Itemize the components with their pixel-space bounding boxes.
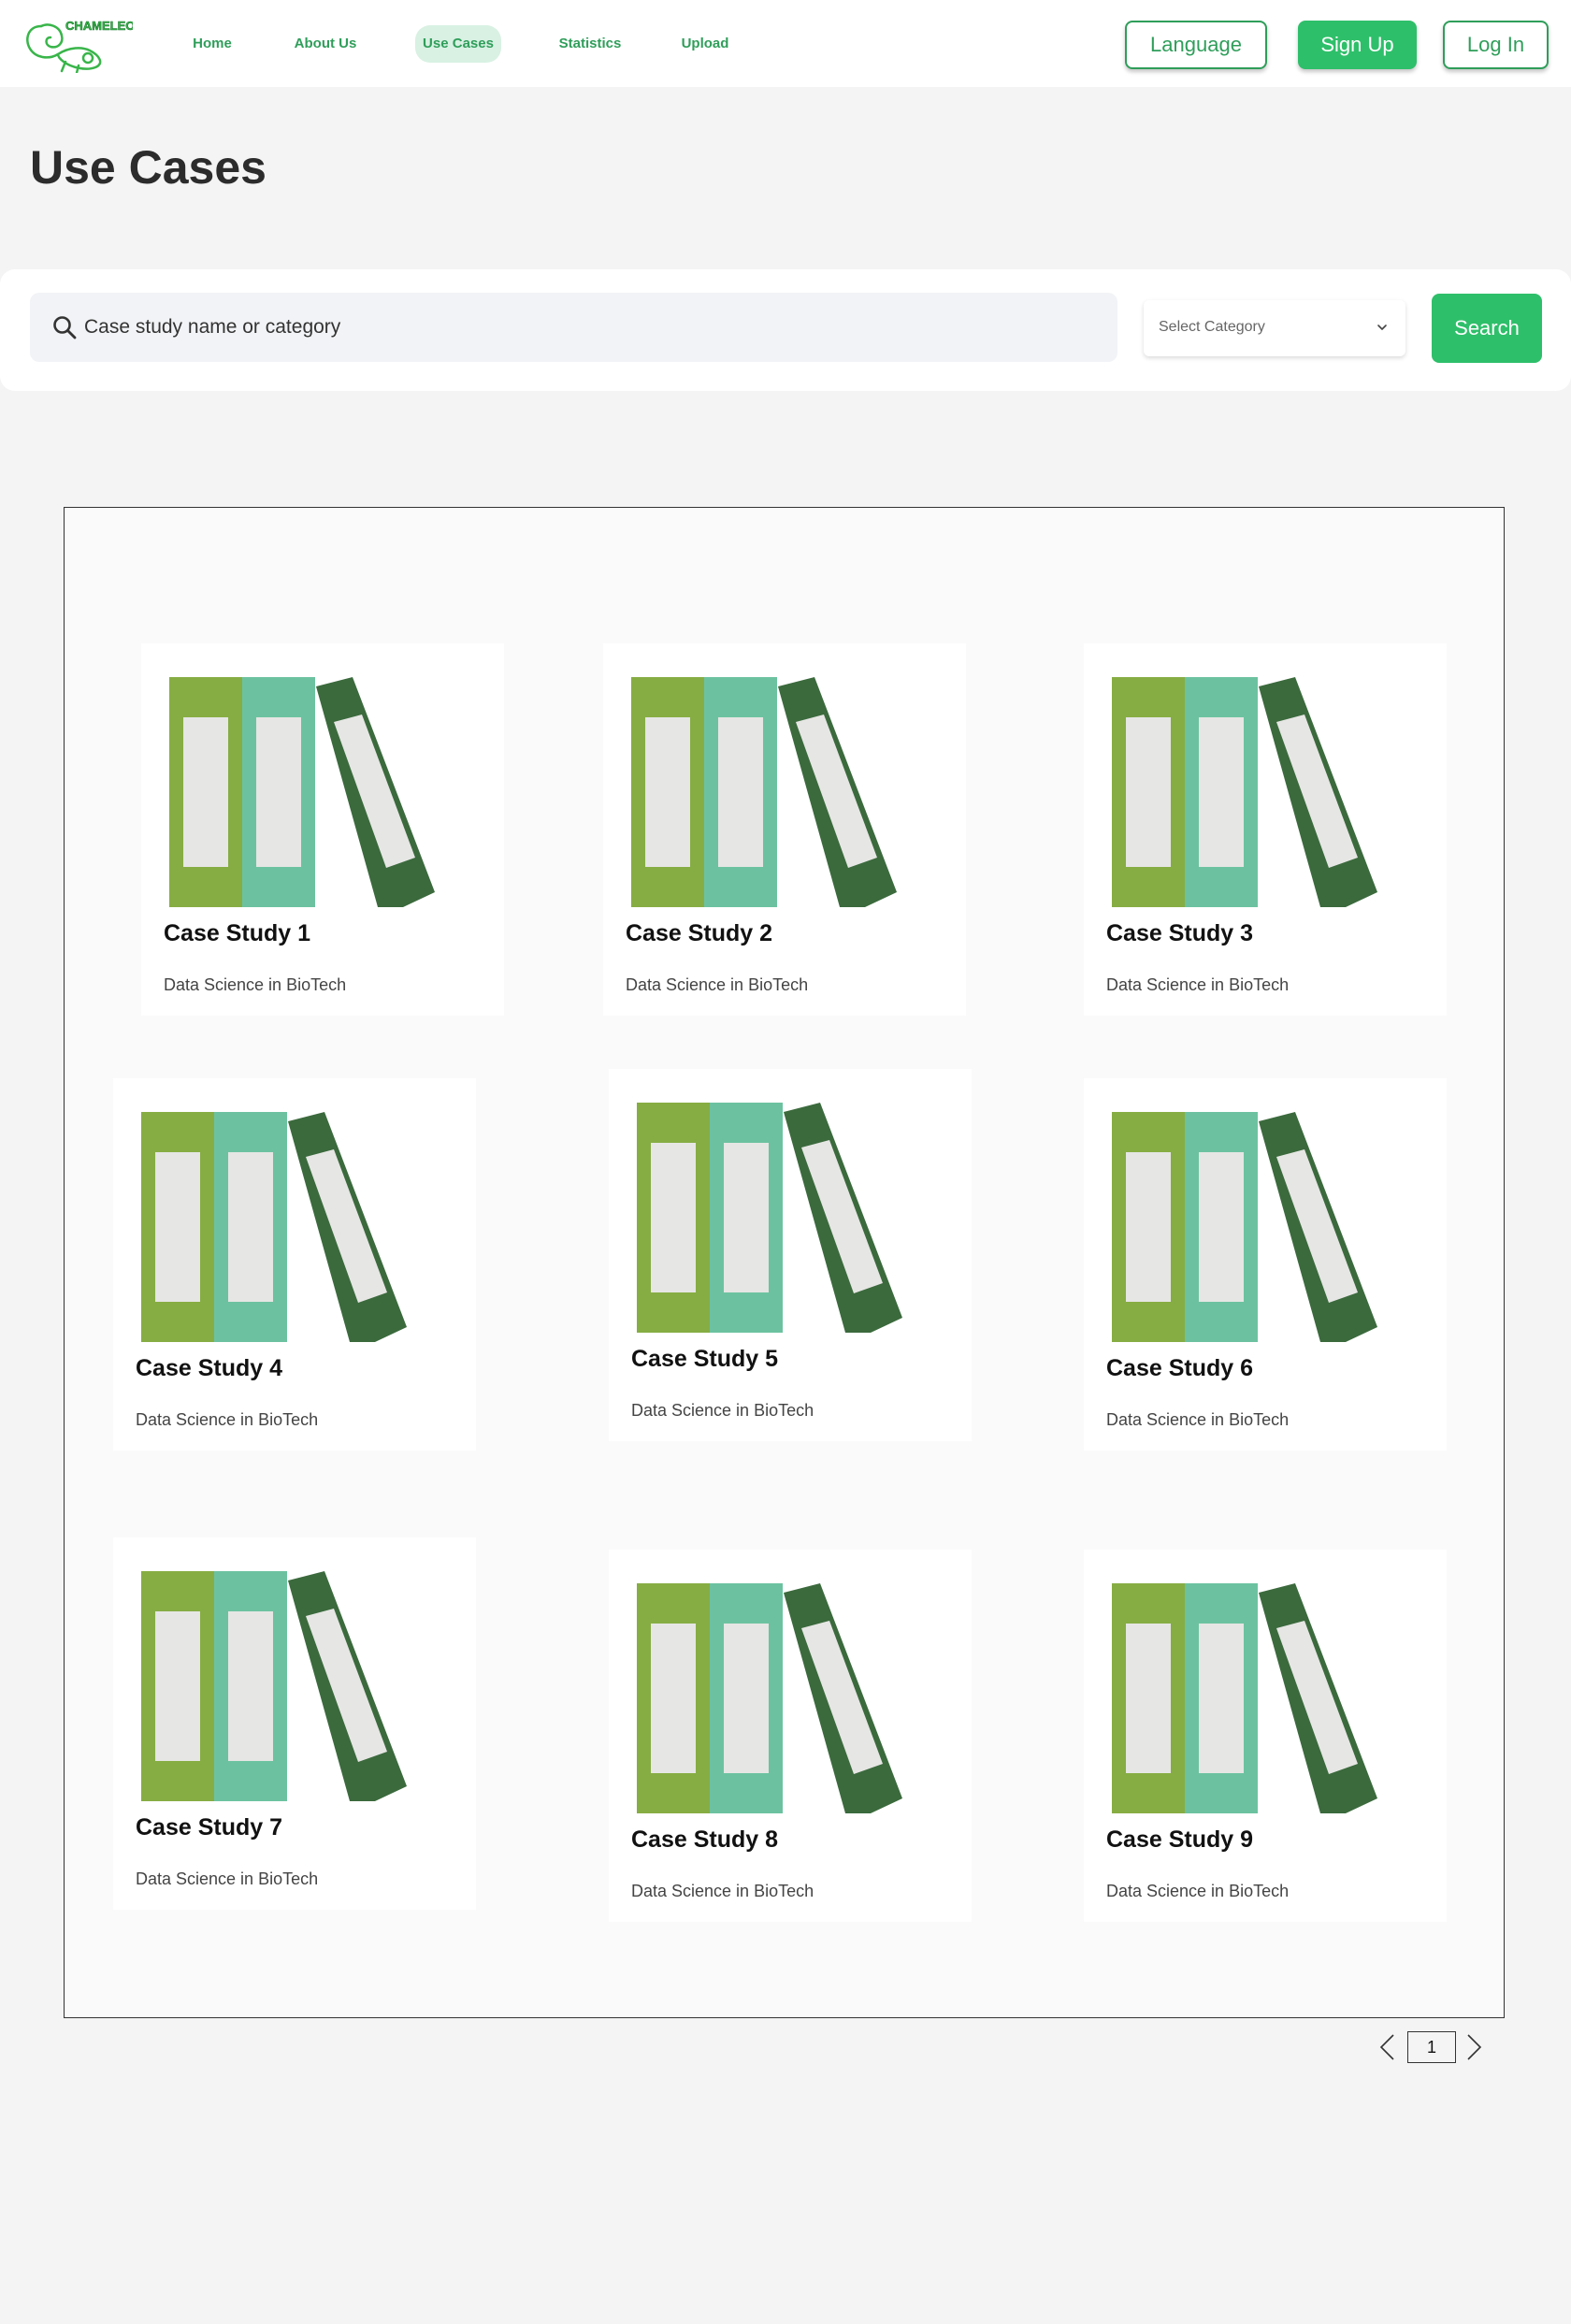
case-study-card-2[interactable]: Case Study 2 Data Science in BioTech	[603, 643, 966, 1016]
case-study-card-3[interactable]: Case Study 3 Data Science in BioTech	[1084, 643, 1447, 1016]
chevron-right-icon[interactable]	[1461, 2031, 1487, 2063]
card-subtitle: Data Science in BioTech	[631, 1401, 814, 1420]
binders-icon	[637, 1103, 945, 1336]
search-panel: Select Category Search	[0, 269, 1571, 391]
chevron-left-icon[interactable]	[1375, 2031, 1401, 2063]
case-study-card-5[interactable]: Case Study 5 Data Science in BioTech	[609, 1069, 972, 1441]
card-subtitle: Data Science in BioTech	[626, 975, 809, 994]
card-title: Case Study 2	[626, 920, 773, 946]
category-select[interactable]: Select Category	[1144, 300, 1405, 356]
binders-icon	[169, 677, 478, 911]
binders-icon	[141, 1571, 450, 1805]
binders-icon	[141, 1112, 450, 1346]
log-in-button[interactable]: Log In	[1443, 21, 1549, 69]
card-title: Case Study 6	[1106, 1355, 1254, 1381]
case-study-card-9[interactable]: Case Study 9 Data Science in BioTech	[1084, 1550, 1447, 1922]
card-subtitle: Data Science in BioTech	[1106, 1882, 1290, 1900]
card-title: Case Study 8	[631, 1826, 779, 1853]
case-study-card-4[interactable]: Case Study 4 Data Science in BioTech	[113, 1078, 476, 1451]
card-subtitle: Data Science in BioTech	[631, 1882, 814, 1900]
top-nav-bar: CHAMELEON Home About Us Use Cases Statis…	[0, 0, 1571, 87]
card-subtitle: Data Science in BioTech	[1106, 1410, 1290, 1429]
nav-about-us[interactable]: About Us	[291, 32, 360, 56]
nav-home[interactable]: Home	[190, 32, 235, 56]
search-input[interactable]	[84, 310, 1103, 345]
sign-up-button[interactable]: Sign Up	[1298, 21, 1417, 69]
chevron-down-icon	[1376, 321, 1389, 334]
card-title: Case Study 4	[136, 1355, 283, 1381]
card-title: Case Study 5	[631, 1346, 779, 1372]
chameleon-logo-icon[interactable]: CHAMELEON	[21, 9, 144, 75]
case-study-card-1[interactable]: Case Study 1 Data Science in BioTech	[141, 643, 504, 1016]
card-subtitle: Data Science in BioTech	[164, 975, 347, 994]
page-title: Use Cases	[30, 141, 267, 194]
binders-icon	[1112, 677, 1420, 911]
nav-use-cases[interactable]: Use Cases	[415, 25, 501, 63]
logo-text: CHAMELEON	[65, 19, 133, 33]
nav-statistics[interactable]: Statistics	[555, 32, 625, 56]
case-study-card-8[interactable]: Case Study 8 Data Science in BioTech	[609, 1550, 972, 1922]
search-icon	[52, 315, 77, 339]
use-case-grid: Case Study 1 Data Science in BioTech Case …	[64, 507, 1505, 2018]
binders-icon	[1112, 1583, 1420, 1817]
search-button[interactable]: Search	[1432, 294, 1542, 363]
card-subtitle: Data Science in BioTech	[1106, 975, 1290, 994]
binders-icon	[637, 1583, 945, 1817]
language-button[interactable]: Language	[1125, 21, 1267, 69]
search-box[interactable]	[30, 293, 1117, 362]
nav-upload[interactable]: Upload	[679, 32, 731, 56]
card-title: Case Study 3	[1106, 920, 1254, 946]
card-subtitle: Data Science in BioTech	[136, 1410, 319, 1429]
binders-icon	[631, 677, 940, 911]
card-subtitle: Data Science in BioTech	[136, 1869, 319, 1888]
current-page[interactable]: 1	[1407, 2031, 1456, 2063]
case-study-card-7[interactable]: Case Study 7 Data Science in BioTech	[113, 1537, 476, 1910]
card-title: Case Study 9	[1106, 1826, 1254, 1853]
card-title: Case Study 7	[136, 1814, 283, 1840]
binders-icon	[1112, 1112, 1420, 1346]
card-title: Case Study 1	[164, 920, 311, 946]
category-select-label: Select Category	[1159, 319, 1265, 335]
case-study-card-6[interactable]: Case Study 6 Data Science in BioTech	[1084, 1078, 1447, 1451]
